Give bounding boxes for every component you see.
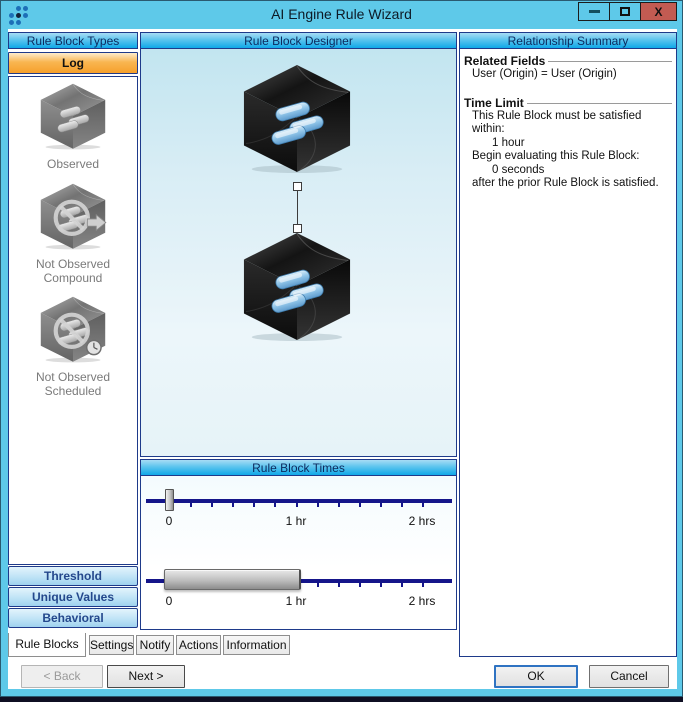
time-limit-value2: 0 seconds (492, 163, 545, 176)
tab-settings[interactable]: Settings (89, 635, 134, 655)
behavioral-category-button[interactable]: Behavioral (8, 608, 138, 628)
rule-block-cube-1[interactable] (238, 62, 356, 174)
observed-rule-block-icon[interactable] (36, 82, 110, 150)
next-button[interactable]: Next > (107, 665, 185, 688)
timeline2-label-0: 0 (165, 594, 173, 608)
rule-block-types-header: Rule Block Types (8, 32, 138, 49)
timeline2-label-1hr: 1 hr (285, 594, 307, 608)
timeline1-label-0: 0 (165, 514, 173, 528)
rule-block-designer-canvas[interactable] (140, 49, 457, 457)
rule-block-times-header: Rule Block Times (140, 459, 457, 476)
timeline1-label-1hr: 1 hr (285, 514, 307, 528)
ok-button[interactable]: OK (494, 665, 578, 688)
connector-handle-top[interactable] (293, 182, 302, 191)
rule-block-designer-panel: Rule Block Designer Rule Block Times 0 1… (140, 32, 457, 630)
relationship-summary-header: Relationship Summary (459, 32, 677, 49)
back-button[interactable]: < Back (21, 665, 103, 688)
minimize-button[interactable] (578, 2, 609, 21)
rule-block-types-list: Observed Not Observed Compound Not Observ… (8, 76, 138, 565)
time-limit-range-bar[interactable] (164, 569, 301, 590)
unique-values-category-button[interactable]: Unique Values (8, 587, 138, 607)
not-observed-compound-label: Not Observed Compound (35, 256, 111, 285)
time-limit-line2: Begin evaluating this Rule Block: (472, 150, 640, 163)
tab-actions[interactable]: Actions (176, 635, 221, 655)
wizard-content: Rule Block Types Log Observed Not Observ… (8, 29, 677, 689)
minimize-icon (588, 10, 600, 13)
time-limit-value1: 1 hour (492, 136, 525, 149)
timeline2-label-2hrs: 2 hrs (408, 594, 436, 608)
tab-rule-blocks[interactable]: Rule Blocks (8, 633, 86, 657)
observed-label: Observed (46, 157, 100, 171)
rule-block-times-canvas: 0 1 hr 2 hrs 0 1 hr 2 hrs (140, 476, 457, 630)
rule-block-times-section: Rule Block Times 0 1 hr 2 hrs 0 1 hr 2 h… (140, 459, 457, 630)
rule-block-designer-header: Rule Block Designer (140, 32, 457, 49)
maximize-button[interactable] (609, 2, 640, 21)
related-fields-value: User (Origin) = User (Origin) (472, 68, 617, 80)
cancel-button[interactable]: Cancel (589, 665, 669, 688)
related-fields-heading: Related Fields (464, 54, 672, 68)
time-limit-line3: after the prior Rule Block is satisfied. (472, 177, 659, 190)
rule-block-cube-2[interactable] (238, 230, 356, 342)
tab-information[interactable]: Information (223, 635, 290, 655)
not-observed-compound-rule-block-icon[interactable] (36, 182, 110, 250)
rule-block-types-panel: Rule Block Types Log Observed Not Observ… (8, 32, 138, 628)
desktop-edge-strip (0, 697, 683, 702)
maximize-icon (620, 7, 630, 16)
time-limit-heading: Time Limit (464, 96, 672, 110)
timeline1-label-2hrs: 2 hrs (408, 514, 436, 528)
not-observed-scheduled-label: Not Observed Scheduled (35, 370, 111, 399)
evaluation-start-slider-handle[interactable] (165, 489, 174, 511)
threshold-category-button[interactable]: Threshold (8, 566, 138, 586)
close-button[interactable]: X (640, 2, 677, 21)
wizard-tabstrip: Rule Blocks Settings Notify Actions Info… (8, 633, 677, 659)
titlebar: AI Engine Rule Wizard X (1, 1, 682, 29)
relationship-summary-panel: Relationship Summary Related Fields User… (459, 32, 677, 657)
log-type-button[interactable]: Log (8, 52, 138, 74)
not-observed-scheduled-rule-block-icon[interactable] (36, 295, 110, 363)
ai-engine-rule-wizard-window: AI Engine Rule Wizard X Rule Block Types… (0, 0, 683, 697)
close-icon: X (654, 4, 663, 19)
relationship-summary-body: Related Fields User (Origin) = User (Ori… (459, 49, 677, 657)
time-limit-line1: This Rule Block must be satisfied within… (472, 109, 642, 136)
tab-notify[interactable]: Notify (136, 635, 174, 655)
